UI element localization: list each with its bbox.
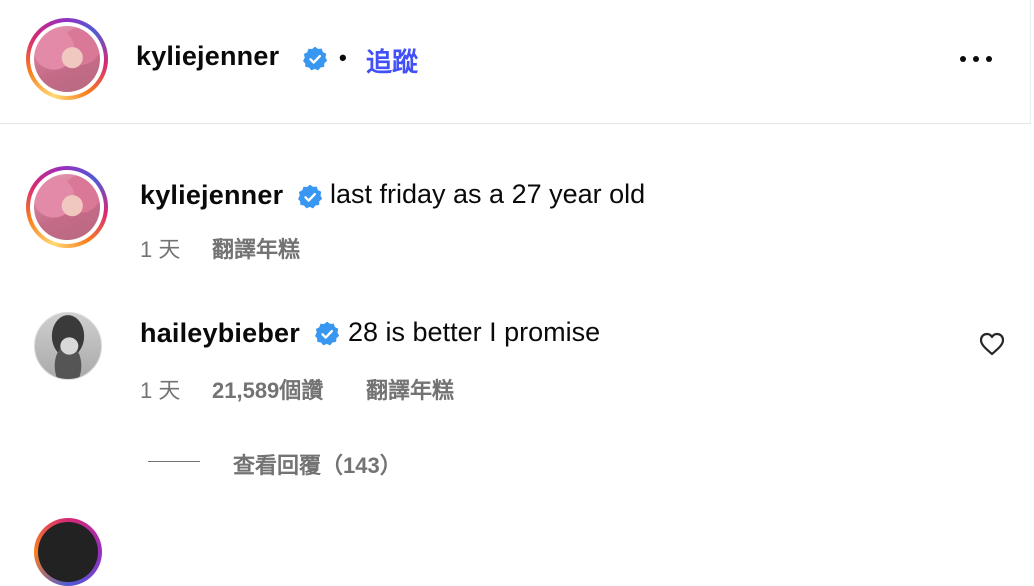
caption-time[interactable]: 1 天 [140, 232, 180, 264]
comment-text: 28 is better I promise [348, 317, 601, 347]
caption-username[interactable]: kyliejenner [140, 180, 283, 211]
comment-likes-count[interactable]: 21,589個讚 [212, 373, 323, 405]
verified-badge-icon [298, 184, 323, 209]
caption-avatar[interactable] [26, 166, 108, 248]
heart-outline-icon[interactable] [979, 332, 1005, 356]
header-username[interactable]: kyliejenner [136, 41, 279, 72]
comment-translate-link[interactable]: 翻譯年糕 [366, 373, 454, 405]
caption-translate-link[interactable]: 翻譯年糕 [212, 232, 300, 264]
comment-avatar[interactable] [34, 312, 102, 380]
next-comment-avatar[interactable] [34, 518, 102, 586]
view-replies-button[interactable]: 查看回覆（143） [233, 448, 402, 480]
verified-badge-icon [303, 46, 328, 71]
comment-time[interactable]: 1 天 [140, 373, 180, 405]
post-header: kyliejenner • 追蹤 [0, 0, 1031, 124]
header-separator: • [339, 45, 347, 70]
caption-text: last friday as a 27 year old [330, 179, 646, 209]
view-replies-divider [148, 461, 200, 462]
header-avatar[interactable] [26, 18, 108, 100]
follow-button[interactable]: 追蹤 [366, 42, 418, 79]
more-horizontal-icon[interactable] [958, 50, 994, 68]
verified-badge-icon [315, 321, 340, 346]
comment-username[interactable]: haileybieber [140, 318, 300, 349]
